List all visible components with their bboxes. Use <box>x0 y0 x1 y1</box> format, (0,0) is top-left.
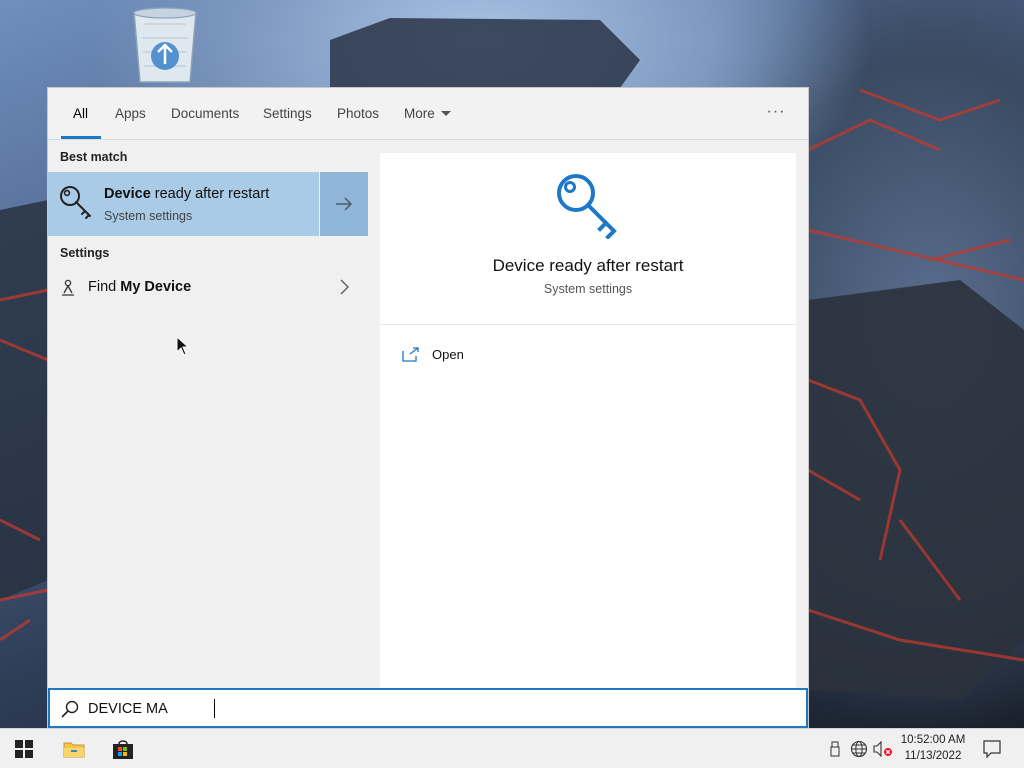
clock-time: 10:52:00 AM <box>900 734 966 746</box>
best-match-title-rest: ready after restart <box>150 186 270 202</box>
key-icon <box>554 171 622 244</box>
action-center-button[interactable] <box>978 729 1006 768</box>
notification-icon <box>983 740 1001 758</box>
store-bag-icon <box>113 740 133 759</box>
mouse-pointer-icon <box>176 335 190 361</box>
tab-apps[interactable]: Apps <box>115 88 146 140</box>
best-match-heading: Best match <box>60 150 128 164</box>
best-match-subtitle: System settings <box>104 209 193 223</box>
tab-settings[interactable]: Settings <box>263 88 312 140</box>
settings-heading: Settings <box>60 246 110 260</box>
best-match-main[interactable]: Device ready after restart System settin… <box>48 172 318 236</box>
key-icon <box>58 184 94 225</box>
settings-item-label: Find My Device <box>88 279 191 295</box>
caret-down-icon <box>440 110 451 116</box>
tab-label: Settings <box>263 106 312 121</box>
best-match-title: Device ready after restart <box>104 186 269 202</box>
tab-photos[interactable]: Photos <box>337 88 379 140</box>
chevron-right-icon <box>338 278 350 301</box>
preview-title: Device ready after restart <box>492 256 684 275</box>
settings-item-find-my-device[interactable]: Find My Device <box>48 273 368 303</box>
taskbar: 10:52:00 AM 11/13/2022 <box>0 728 1024 768</box>
windows-logo-icon <box>15 740 33 758</box>
tab-label: More <box>404 106 435 121</box>
tab-more[interactable]: More <box>404 88 451 140</box>
options-ellipsis-button[interactable]: ··· <box>760 102 792 126</box>
preview-subtitle: System settings <box>543 282 633 296</box>
tray-usb-icon[interactable] <box>826 729 844 768</box>
tab-all[interactable]: All <box>73 88 88 140</box>
person-location-icon <box>60 279 76 302</box>
network-globe-icon[interactable] <box>848 729 870 768</box>
open-external-icon <box>402 347 420 368</box>
search-icon <box>60 699 80 724</box>
active-tab-indicator <box>61 136 101 139</box>
speaker-muted-icon[interactable] <box>872 729 894 768</box>
text-caret <box>214 699 215 718</box>
tab-label: Documents <box>171 106 240 121</box>
filter-tab-bar: All Apps Documents Settings Photos More … <box>48 88 808 140</box>
search-box[interactable] <box>48 688 808 728</box>
system-clock[interactable]: 10:52:00 AM 11/13/2022 <box>896 732 970 764</box>
start-button[interactable] <box>0 729 48 768</box>
microsoft-store-button[interactable] <box>100 729 146 768</box>
search-input[interactable] <box>88 698 688 720</box>
best-match-expand-button[interactable] <box>319 172 368 236</box>
tab-documents[interactable]: Documents <box>171 88 239 140</box>
tab-label: All <box>73 106 89 121</box>
best-match-title-bold: Device <box>104 186 151 202</box>
open-action-button[interactable]: Open <box>402 345 522 367</box>
preview-header: Device ready after restart System settin… <box>380 153 796 325</box>
folder-icon <box>63 742 85 758</box>
settings-item-label-pre: Find <box>88 279 121 295</box>
preview-pane: Device ready after restart System settin… <box>380 153 796 689</box>
settings-item-label-bold: My Device <box>120 279 192 295</box>
results-pane: Best match Device ready after restart Sy… <box>48 141 368 689</box>
search-flyout: All Apps Documents Settings Photos More … <box>47 87 809 728</box>
recycle-bin-icon[interactable] <box>126 4 212 88</box>
best-match-result[interactable]: Device ready after restart System settin… <box>48 172 368 236</box>
open-action-label: Open <box>432 347 464 362</box>
clock-date: 11/13/2022 <box>904 750 962 762</box>
arrow-right-icon <box>336 197 353 211</box>
tab-label: Apps <box>115 106 146 121</box>
file-explorer-button[interactable] <box>51 729 97 768</box>
tab-label: Photos <box>337 106 380 121</box>
